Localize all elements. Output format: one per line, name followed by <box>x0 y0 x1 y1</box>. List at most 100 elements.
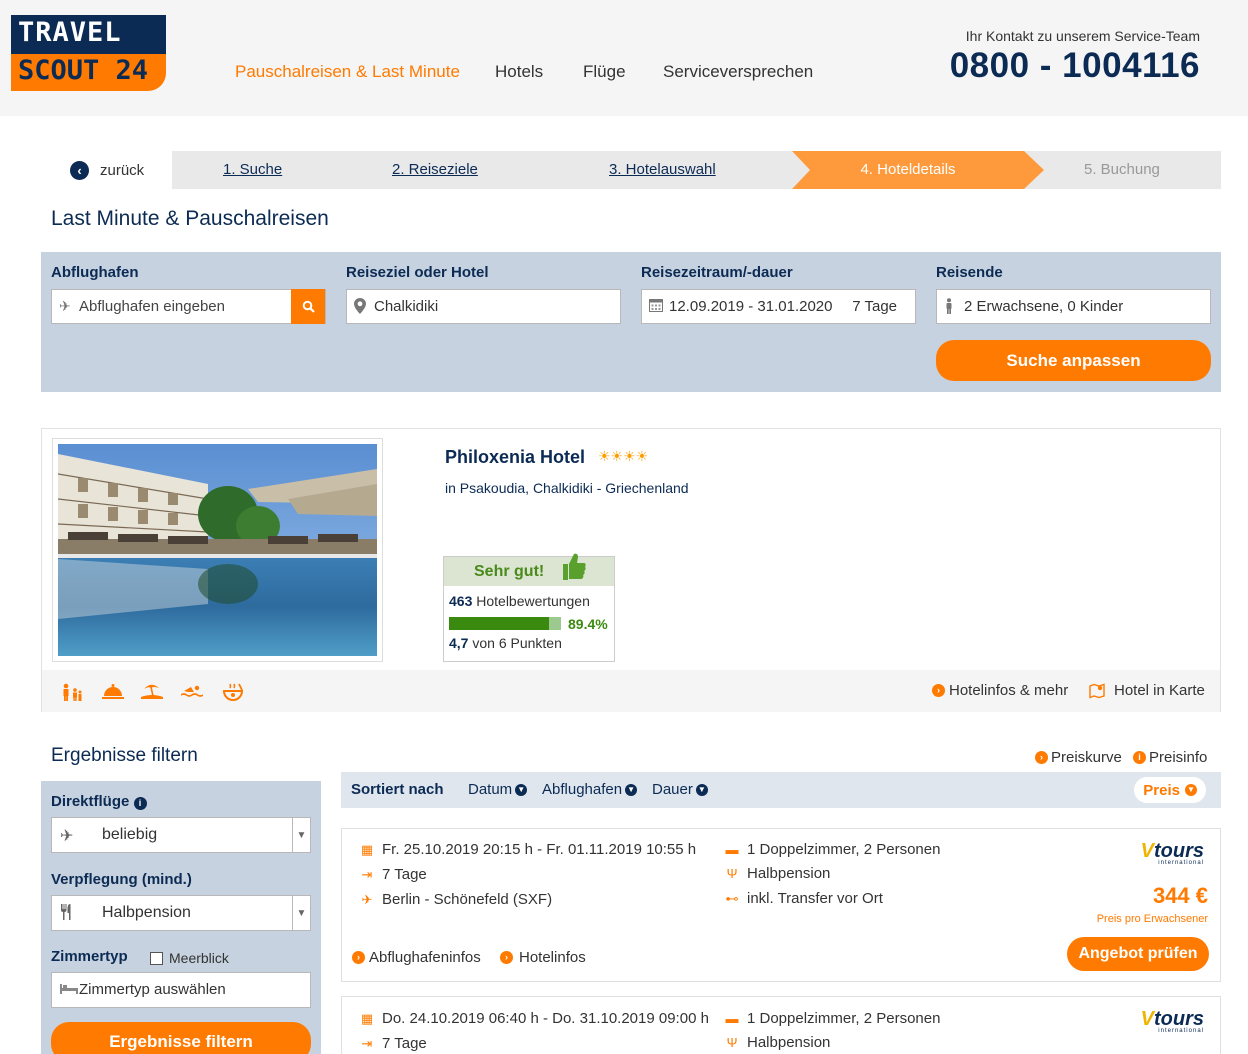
search-submit-button[interactable]: Suche anpassen <box>936 340 1211 381</box>
info-icon[interactable]: i <box>133 797 147 810</box>
family-icon <box>61 683 83 706</box>
step-reiseziele[interactable]: 2. Reiseziele <box>392 151 478 189</box>
score-value: 4,7 <box>449 635 469 651</box>
calendar-icon: ▦ <box>360 841 374 857</box>
swimming-icon <box>180 683 204 704</box>
price-curve-link[interactable]: › Preiskurve <box>1035 749 1122 766</box>
score-row: 4,7 von 6 Punkten <box>444 635 614 651</box>
destination-input[interactable]: Chalkidiki <box>346 289 621 324</box>
offer-transfer: ⊷ inkl. Transfer vor Ort <box>725 890 883 907</box>
direct-flights-value: beliebig <box>102 826 158 843</box>
chevron-down-icon: ▼ <box>515 783 528 796</box>
contact-phone[interactable]: 0800 - 1004116 <box>950 46 1200 86</box>
back-link[interactable]: ‹ zurück <box>70 151 144 189</box>
sort-dauer[interactable]: Dauer ▼ <box>652 781 708 798</box>
nav-serviceversprechen[interactable]: Serviceversprechen <box>663 62 813 82</box>
bed-icon <box>60 981 78 999</box>
airport-label: Abflughafen <box>51 264 139 281</box>
nav-pauschalreisen[interactable]: Pauschalreisen & Last Minute <box>235 62 460 82</box>
room-type-input[interactable]: Zimmertyp auswählen <box>51 972 311 1008</box>
room-type-placeholder: Zimmertyp auswählen <box>79 981 226 998</box>
travelscout24-logo[interactable]: TRAVEL SCOUT 24 <box>11 15 166 91</box>
offer-dates-text: Do. 24.10.2019 06:40 h - Do. 31.10.2019 … <box>382 1010 709 1027</box>
nav-fluege[interactable]: Flüge <box>583 62 626 82</box>
plane-icon: ✈ <box>361 891 373 907</box>
rating-header: Sehr gut! <box>444 553 614 586</box>
hotel-name[interactable]: Philoxenia Hotel <box>445 447 585 468</box>
board-select[interactable]: Halbpension ▼ <box>51 895 311 931</box>
bus-icon: ⊷ <box>725 890 739 906</box>
filter-panel: Direktflüge i ✈ beliebig ▼ Verpflegung (… <box>41 781 321 1054</box>
plane-icon: ✈ <box>59 298 71 314</box>
destination-field-group: Reiseziel oder Hotel Chalkidiki <box>346 264 621 324</box>
contact-label: Ihr Kontakt zu unserem Service-Team <box>965 28 1200 44</box>
recommend-bar-fill <box>449 617 549 630</box>
filter-submit-button[interactable]: Ergebnisse filtern <box>51 1022 311 1054</box>
cutlery-icon: Ψ <box>726 866 738 881</box>
airport-search-button[interactable] <box>291 289 325 324</box>
operator-logo-name: tours <box>1154 1008 1204 1030</box>
step-hotelauswahl[interactable]: 3. Hotelauswahl <box>609 151 716 189</box>
direct-flights-label: Direktflüge i <box>51 793 147 810</box>
contact-box: Ihr Kontakt zu unserem Service-Team 0800… <box>950 28 1200 86</box>
rating-title: Sehr gut! <box>474 562 545 580</box>
step-bar: 1. Suche 2. Reiseziele 3. Hotelauswahl 4… <box>172 151 1221 189</box>
airport-info-link[interactable]: › Abflughafeninfos <box>352 949 481 966</box>
destination-label: Reiseziel oder Hotel <box>346 264 489 281</box>
sort-abflughafen[interactable]: Abflughafen ▼ <box>542 781 638 798</box>
price-info-link[interactable]: i Preisinfo <box>1133 749 1207 766</box>
offer-room: ▬ 1 Doppelzimmer, 2 Personen <box>725 1010 941 1027</box>
wellness-icon <box>222 683 244 706</box>
room-type-label: Zimmertyp <box>51 948 128 965</box>
travelers-label: Reisende <box>936 264 1003 281</box>
period-input[interactable]: 12.09.2019 - 31.01.2020 7 Tage <box>641 289 916 324</box>
travelers-input[interactable]: 2 Erwachsene, 0 Kinder <box>936 289 1211 324</box>
offer-hotel-info-link[interactable]: › Hotelinfos <box>500 949 586 966</box>
score-label: von 6 Punkten <box>472 635 562 651</box>
step-hoteldetails-label: 4. Hoteldetails <box>860 161 956 178</box>
hotel-map-label: Hotel in Karte <box>1114 682 1205 699</box>
seaview-checkbox[interactable]: Meerblick <box>150 950 229 966</box>
hotel-photo[interactable] <box>52 438 383 662</box>
period-label: Reisezeitraum/-dauer <box>641 264 793 281</box>
duration-icon: ⇥ <box>361 866 373 882</box>
offer-transfer-text: inkl. Transfer vor Ort <box>747 890 883 907</box>
offer-dates-text: Fr. 25.10.2019 20:15 h - Fr. 01.11.2019 … <box>382 841 697 858</box>
offer-airport: ✈ Berlin - Schönefeld (SXF) <box>360 891 553 908</box>
price-info-label: Preisinfo <box>1149 749 1208 766</box>
logo-line-1: TRAVEL <box>11 15 166 54</box>
airport-input[interactable]: ✈ Abflughafen eingeben <box>51 289 326 324</box>
step-suche[interactable]: 1. Suche <box>223 151 282 189</box>
offer-duration: ⇥ 7 Tage <box>360 866 427 883</box>
map-pin-icon <box>354 298 368 314</box>
offer-duration-text: 7 Tage <box>382 1035 427 1052</box>
search-icon <box>302 300 315 313</box>
info-icon: i <box>1133 751 1146 764</box>
recommend-bar: 89.4% <box>449 616 614 632</box>
offer-dates: ▦ Fr. 25.10.2019 20:15 h - Fr. 01.11.201… <box>360 841 696 858</box>
sort-datum[interactable]: Datum ▼ <box>468 781 528 798</box>
hotel-location: in Psakoudia, Chalkidiki - Griechenland <box>445 480 689 496</box>
offer-board: Ψ Halbpension <box>725 865 831 882</box>
site-header: TRAVEL SCOUT 24 Pauschalreisen & Last Mi… <box>0 0 1248 116</box>
nav-hotels[interactable]: Hotels <box>495 62 543 82</box>
hotel-map-link[interactable]: Hotel in Karte <box>1089 682 1205 699</box>
sort-datum-label: Datum <box>468 781 513 798</box>
rating-box[interactable]: Sehr gut! 463 Hotelbewertungen 89.4% 4,7… <box>443 553 615 662</box>
airport-info-label: Abflughafeninfos <box>369 949 481 966</box>
direct-flights-select[interactable]: ✈ beliebig ▼ <box>51 817 311 853</box>
search-panel: Abflughafen ✈ Abflughafen eingeben Reise… <box>41 252 1221 392</box>
offer-price: 344 € <box>1152 883 1208 908</box>
chevron-down-icon: ▼ <box>292 896 310 930</box>
breadcrumb: ‹ zurück 1. Suche 2. Reiseziele 3. Hotel… <box>60 151 1221 189</box>
duration-value: 7 Tage <box>852 298 897 315</box>
sort-preis[interactable]: Preis ▼ <box>1134 777 1206 803</box>
operator-logo-v: V <box>1140 1008 1154 1030</box>
hotel-info-link[interactable]: › Hotelinfos & mehr <box>932 682 1068 699</box>
offer-hotel-info-label: Hotelinfos <box>519 949 586 966</box>
offer-price-note: Preis pro Erwachsener <box>1096 913 1208 925</box>
calendar-icon: ▦ <box>360 1010 374 1026</box>
board-label: Verpflegung (mind.) <box>51 871 192 888</box>
seaview-checkbox-box[interactable] <box>150 951 163 965</box>
check-offer-button[interactable]: Angebot prüfen <box>1067 937 1209 971</box>
